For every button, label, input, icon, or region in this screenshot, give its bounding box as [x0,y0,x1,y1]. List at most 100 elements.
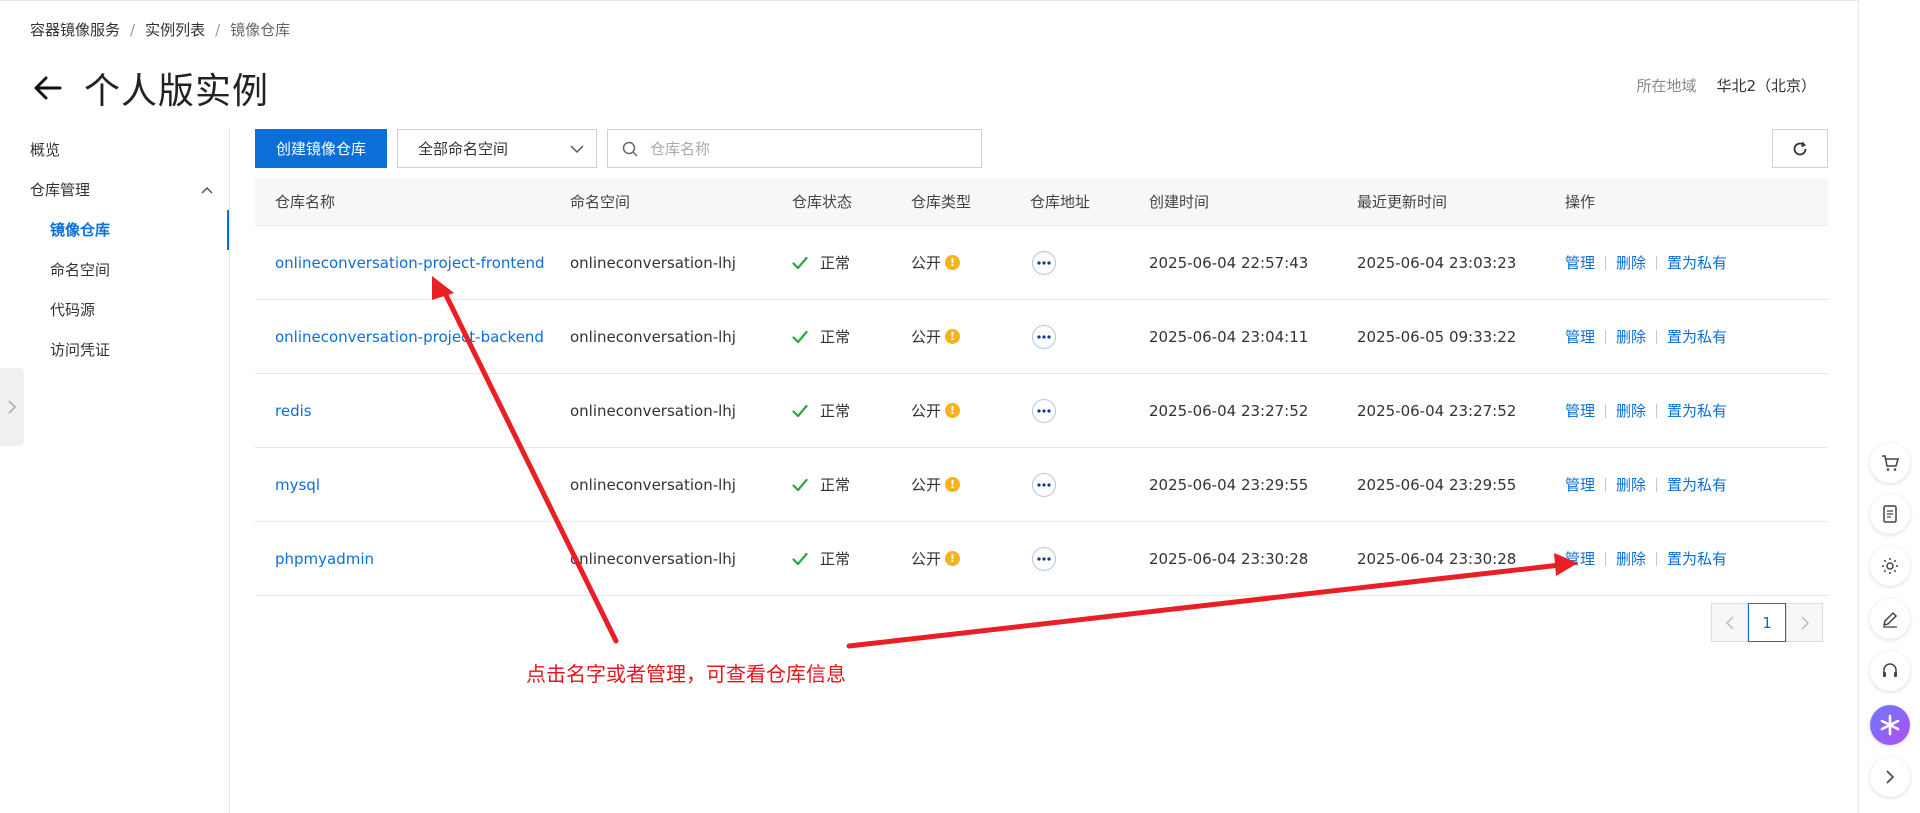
table-header: 仓库名称 命名空间 仓库状态 仓库类型 仓库地址 创建时间 最近更新时间 操作 [255,178,1828,226]
actions-cell: 管理 删除 置为私有 [1565,474,1828,495]
more-horizontal-icon[interactable] [1032,472,1056,497]
type-text: 公开 [911,328,942,346]
repo-name-link[interactable]: redis [275,402,312,420]
action-separator [1605,403,1607,418]
sidebar-group-repo-management[interactable]: 仓库管理 [0,170,230,210]
delete-link[interactable]: 删除 [1616,400,1646,421]
repo-name-link[interactable]: onlineconversation-project-frontend [275,254,545,272]
manage-link[interactable]: 管理 [1565,400,1595,421]
cart-button[interactable] [1870,443,1910,483]
manage-link[interactable]: 管理 [1565,326,1595,347]
breadcrumb: 容器镜像服务 / 实例列表 / 镜像仓库 [30,19,290,40]
set-private-link[interactable]: 置为私有 [1667,252,1727,273]
breadcrumb-item-instances[interactable]: 实例列表 [145,19,205,40]
set-private-link[interactable]: 置为私有 [1667,548,1727,569]
namespace-cell: onlineconversation-lhj [570,253,736,272]
next-page-button[interactable] [1786,603,1823,642]
delete-link[interactable]: 删除 [1616,548,1646,569]
column-header-address: 仓库地址 [1030,193,1091,211]
action-separator [1605,255,1607,270]
sidebar-item-image-repo[interactable]: 镜像仓库 [0,210,230,250]
type-cell: 公开 ! [911,252,1030,273]
sidebar-divider [229,128,230,813]
namespace-select[interactable]: 全部命名空间 [397,129,597,168]
manage-link[interactable]: 管理 [1565,252,1595,273]
repo-name-link[interactable]: mysql [275,476,320,494]
status-cell: 正常 [792,326,911,347]
top-border [0,0,1858,1]
delete-link[interactable]: 删除 [1616,474,1646,495]
settings-button[interactable] [1870,546,1910,586]
type-text: 公开 [911,254,942,272]
namespace-cell: onlineconversation-lhj [570,401,736,420]
set-private-link[interactable]: 置为私有 [1667,400,1727,421]
sidebar-item-overview[interactable]: 概览 [0,130,230,170]
warning-icon[interactable]: ! [945,329,961,344]
expand-panel-tab[interactable] [0,368,24,446]
action-separator [1656,329,1658,344]
page-title: 个人版实例 [84,71,270,112]
check-icon [792,478,808,491]
created-time-cell: 2025-06-04 23:29:55 [1149,475,1309,494]
warning-icon[interactable]: ! [945,477,961,492]
breadcrumb-item-service[interactable]: 容器镜像服务 [30,19,120,40]
arrow-left-icon[interactable] [30,71,64,105]
delete-link[interactable]: 删除 [1616,252,1646,273]
warning-icon[interactable]: ! [945,403,961,418]
column-header-name: 仓库名称 [275,193,336,211]
warning-icon[interactable]: ! [945,551,961,566]
address-cell [1030,250,1149,275]
set-private-link[interactable]: 置为私有 [1667,326,1727,347]
rail-collapse-button[interactable] [1870,757,1910,797]
page-header: 个人版实例 [30,62,269,114]
check-icon [792,404,808,417]
refresh-icon [1793,141,1807,155]
action-separator [1656,477,1658,492]
dots-glyph [1037,334,1051,339]
dots-glyph [1037,260,1051,265]
created-time-cell: 2025-06-04 23:30:28 [1149,549,1309,568]
chevron-left-icon [1725,615,1734,630]
updated-time-cell: 2025-06-04 23:27:52 [1357,401,1517,420]
page-number-current[interactable]: 1 [1748,603,1786,642]
created-time-cell: 2025-06-04 22:57:43 [1149,253,1309,272]
edit-button[interactable] [1870,599,1910,639]
namespace-cell: onlineconversation-lhj [570,327,736,346]
breadcrumb-separator: / [130,20,136,39]
dots-glyph [1037,408,1051,413]
assistant-button[interactable] [1870,705,1910,745]
status-cell: 正常 [792,252,911,273]
table-body: onlineconversation-project-frontend onli… [255,226,1828,596]
sidebar-item-code-source[interactable]: 代码源 [0,290,230,330]
prev-page-button[interactable] [1711,603,1748,642]
support-button[interactable] [1870,651,1910,691]
sidebar-item-namespace[interactable]: 命名空间 [0,250,230,290]
create-repo-button[interactable]: 创建镜像仓库 [255,129,387,168]
more-horizontal-icon[interactable] [1032,546,1056,571]
search-input[interactable] [650,139,950,158]
manage-link[interactable]: 管理 [1565,548,1595,569]
repo-name-link[interactable]: onlineconversation-project-backend [275,328,544,346]
cart-icon [1882,455,1899,471]
more-horizontal-icon[interactable] [1032,250,1056,275]
table-row: phpmyadmin onlineconversation-lhj 正常 公开 … [255,522,1828,596]
set-private-link[interactable]: 置为私有 [1667,474,1727,495]
repo-name-link[interactable]: phpmyadmin [275,550,374,568]
column-header-updated: 最近更新时间 [1357,193,1448,211]
status-text: 正常 [820,402,851,420]
namespace-cell: onlineconversation-lhj [570,475,736,494]
table-row: onlineconversation-project-frontend onli… [255,226,1828,300]
more-horizontal-icon[interactable] [1032,324,1056,349]
action-separator [1656,551,1658,566]
delete-link[interactable]: 删除 [1616,326,1646,347]
warning-icon[interactable]: ! [945,255,961,270]
refresh-button[interactable] [1772,129,1828,168]
gear-icon [1882,558,1898,574]
toolbar: 创建镜像仓库 全部命名空间 [255,129,1828,168]
document-button[interactable] [1870,494,1910,534]
created-time-cell: 2025-06-04 23:27:52 [1149,401,1309,420]
more-horizontal-icon[interactable] [1032,398,1056,423]
sidebar-item-credentials[interactable]: 访问凭证 [0,330,230,370]
updated-time-cell: 2025-06-04 23:30:28 [1357,549,1517,568]
manage-link[interactable]: 管理 [1565,474,1595,495]
